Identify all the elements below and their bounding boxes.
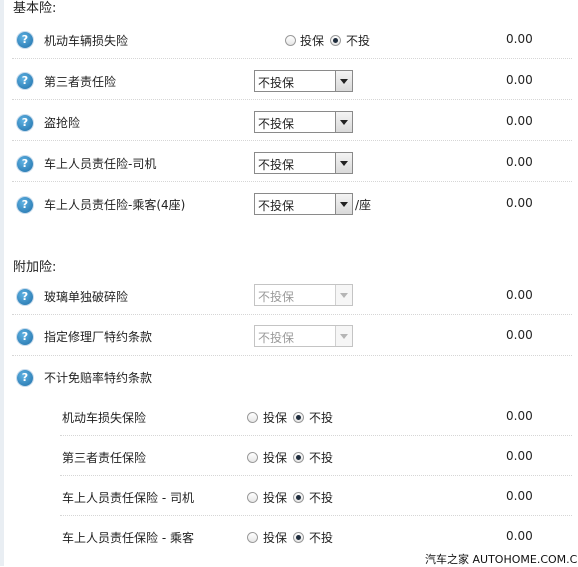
row-divider xyxy=(12,181,572,182)
select-value: 不投保 xyxy=(258,331,295,345)
select-passenger[interactable]: 不投保 xyxy=(254,193,353,215)
label-deductible: 不计免赔率特约条款 xyxy=(44,371,153,385)
select-value: 不投保 xyxy=(258,290,295,304)
label-vehicle-damage: 机动车辆损失险 xyxy=(44,34,129,48)
row-divider xyxy=(60,435,572,436)
amount-vehicle-damage: 0.00 xyxy=(506,32,533,46)
amount-third-party: 0.00 xyxy=(506,73,533,87)
sublabel-vehicle-damage: 机动车损失保险 xyxy=(62,411,147,425)
radio-sub-passenger-yes[interactable] xyxy=(247,532,258,543)
radio-sub-vehicle-yes[interactable] xyxy=(247,412,258,423)
amount-sub-third: 0.00 xyxy=(506,449,533,463)
select-theft[interactable]: 不投保 xyxy=(254,111,353,133)
select-value: 不投保 xyxy=(258,117,295,131)
section-title-basic: 基本险: xyxy=(13,1,57,16)
row-divider xyxy=(12,58,572,59)
select-glass[interactable]: 不投保 xyxy=(254,284,353,306)
select-value: 不投保 xyxy=(258,76,295,90)
row-divider xyxy=(12,99,572,100)
help-icon[interactable]: ? xyxy=(17,73,33,89)
radio-label-yes: 投保 xyxy=(263,451,288,465)
amount-sub-passenger: 0.00 xyxy=(506,529,533,543)
select-value: 不投保 xyxy=(258,158,295,172)
radio-vehicle-damage-no[interactable] xyxy=(330,35,341,46)
chevron-down-icon[interactable] xyxy=(335,112,352,132)
help-icon[interactable]: ? xyxy=(17,329,33,345)
amount-sub-driver: 0.00 xyxy=(506,489,533,503)
radio-sub-passenger-no[interactable] xyxy=(293,532,304,543)
label-repair-shop: 指定修理厂特约条款 xyxy=(44,330,153,344)
watermark: 汽车之家 AUTOHOME.COM.CN xyxy=(425,553,578,566)
select-repair-shop[interactable]: 不投保 xyxy=(254,325,353,347)
amount-repair-shop: 0.00 xyxy=(506,328,533,342)
radio-label-yes: 投保 xyxy=(263,411,288,425)
radio-sub-third-no[interactable] xyxy=(293,452,304,463)
chevron-down-icon[interactable] xyxy=(335,326,352,346)
radio-sub-driver-yes[interactable] xyxy=(247,492,258,503)
label-theft: 盗抢险 xyxy=(44,116,81,130)
row-divider xyxy=(60,515,572,516)
radio-sub-vehicle-no[interactable] xyxy=(293,412,304,423)
sublabel-driver: 车上人员责任保险 - 司机 xyxy=(62,491,194,505)
label-driver: 车上人员责任险-司机 xyxy=(44,157,157,171)
help-icon[interactable]: ? xyxy=(17,370,33,386)
amount-glass: 0.00 xyxy=(506,288,533,302)
radio-vehicle-damage-yes[interactable] xyxy=(285,35,296,46)
row-divider xyxy=(12,140,572,141)
amount-driver: 0.00 xyxy=(506,155,533,169)
radio-sub-driver-no[interactable] xyxy=(293,492,304,503)
row-divider xyxy=(60,475,572,476)
radio-label-no: 不投 xyxy=(309,411,334,425)
select-driver[interactable]: 不投保 xyxy=(254,152,353,174)
sublabel-passenger: 车上人员责任保险 - 乘客 xyxy=(62,531,194,545)
label-third-party: 第三者责任险 xyxy=(44,75,117,89)
chevron-down-icon[interactable] xyxy=(335,71,352,91)
help-icon[interactable]: ? xyxy=(17,289,33,305)
radio-label-yes: 投保 xyxy=(263,491,288,505)
radio-label-yes: 投保 xyxy=(263,531,288,545)
radio-label-no: 不投 xyxy=(346,34,371,48)
help-icon[interactable]: ? xyxy=(17,115,33,131)
radio-label-no: 不投 xyxy=(309,491,334,505)
chevron-down-icon[interactable] xyxy=(335,153,352,173)
label-passenger: 车上人员责任险-乘客(4座) xyxy=(44,198,186,212)
sublabel-third-party: 第三者责任保险 xyxy=(62,451,147,465)
select-third-party[interactable]: 不投保 xyxy=(254,70,353,92)
per-seat-suffix: /座 xyxy=(355,198,372,212)
label-glass: 玻璃单独破碎险 xyxy=(44,290,129,304)
amount-sub-vehicle: 0.00 xyxy=(506,409,533,423)
radio-label-no: 不投 xyxy=(309,451,334,465)
radio-label-no: 不投 xyxy=(309,531,334,545)
section-title-addon: 附加险: xyxy=(13,260,57,275)
select-value: 不投保 xyxy=(258,199,295,213)
chevron-down-icon[interactable] xyxy=(335,285,352,305)
left-border xyxy=(0,0,4,566)
radio-sub-third-yes[interactable] xyxy=(247,452,258,463)
radio-label-yes: 投保 xyxy=(300,34,325,48)
amount-theft: 0.00 xyxy=(506,114,533,128)
help-icon[interactable]: ? xyxy=(17,197,33,213)
chevron-down-icon[interactable] xyxy=(335,194,352,214)
help-icon[interactable]: ? xyxy=(17,156,33,172)
row-divider xyxy=(12,355,572,356)
row-divider xyxy=(12,314,572,315)
help-icon[interactable]: ? xyxy=(17,32,33,48)
amount-passenger: 0.00 xyxy=(506,196,533,210)
